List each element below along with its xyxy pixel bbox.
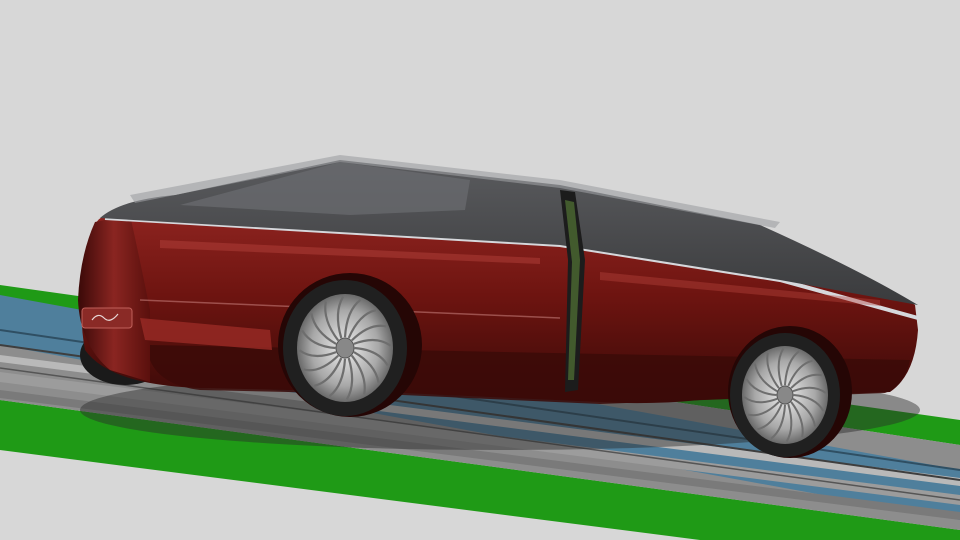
- front-wheel: [730, 333, 840, 457]
- car-render-illustration: [0, 0, 960, 540]
- rear-wheel: [283, 280, 407, 416]
- rear-plate-recess: [81, 307, 133, 329]
- render-scene: [0, 0, 960, 540]
